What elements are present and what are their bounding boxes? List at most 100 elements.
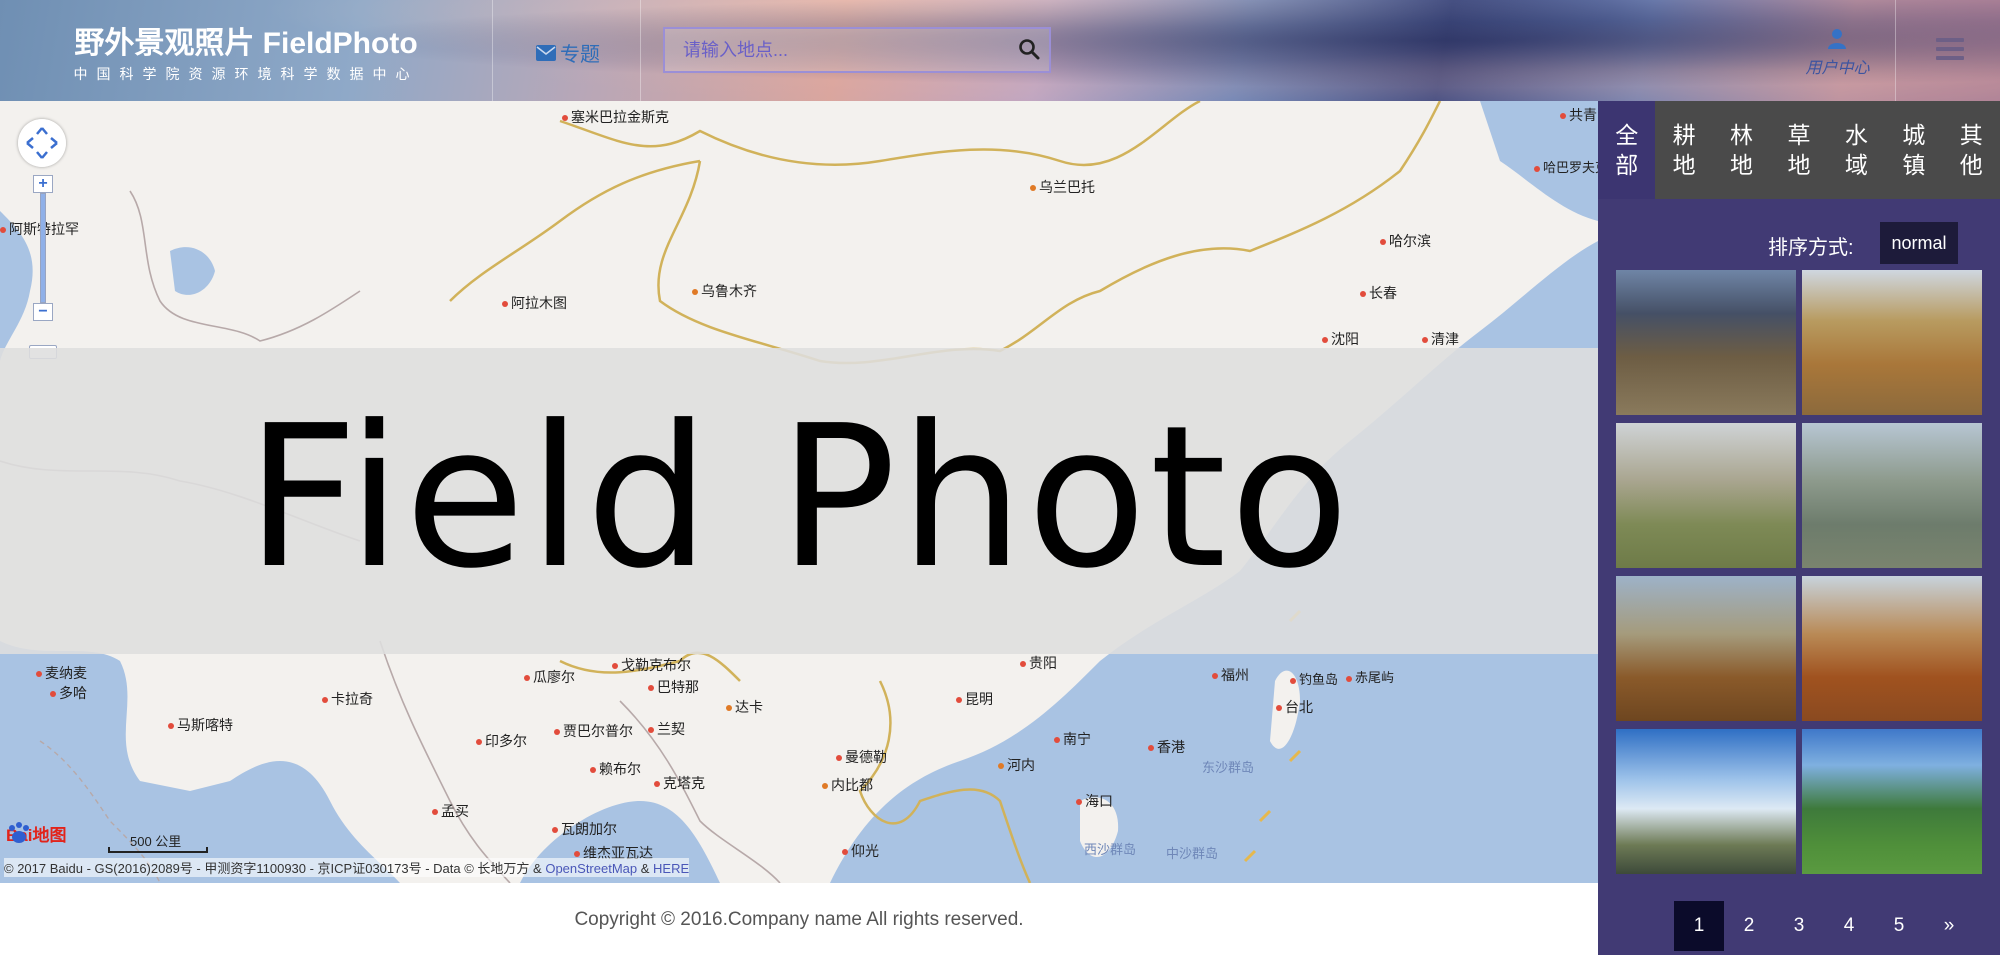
zoom-bar: + − xyxy=(29,175,57,359)
footer-copyright: Copyright © 2016.Company name All rights… xyxy=(574,909,1024,930)
photo-thumbnail[interactable] xyxy=(1616,270,1796,415)
brand-title: 野外景观照片 FieldPhoto xyxy=(74,27,418,60)
next-page-button[interactable]: » xyxy=(1924,901,1974,951)
menu-area xyxy=(1895,0,2000,101)
baidu-paw-icon xyxy=(9,822,29,843)
map-label: 曼德勒 xyxy=(836,747,887,767)
zoom-slider-track[interactable] xyxy=(40,193,46,303)
category-label: 林地 xyxy=(1730,122,1754,178)
photo-thumbnail[interactable] xyxy=(1802,729,1982,874)
map-label: 阿拉木图 xyxy=(502,293,567,313)
category-tab-urban[interactable]: 城镇 xyxy=(1885,101,1942,199)
overlay-title: Field Photo xyxy=(245,384,1353,612)
map-label: 马斯喀特 xyxy=(168,715,233,735)
photo-thumbnail[interactable] xyxy=(1802,270,1982,415)
page-footer: Copyright © 2016.Company name All rights… xyxy=(0,883,1598,955)
map-label: 贾巴尔普尔 xyxy=(554,721,633,741)
title-overlay: Field Photo xyxy=(0,348,1598,654)
map-label: 香港 xyxy=(1148,737,1185,757)
attribution-amp: & xyxy=(640,861,650,876)
map-label: 印多尔 xyxy=(476,731,527,751)
search-box xyxy=(663,27,1051,73)
page-button-1[interactable]: 1 xyxy=(1674,901,1724,951)
baidu-logo-suffix: 地图 xyxy=(32,826,67,845)
photo-thumbnail[interactable] xyxy=(1616,729,1796,874)
map-label: 仰光 xyxy=(842,841,879,861)
map-label: 瓜廖尔 xyxy=(524,667,575,687)
user-center-label: 用户中心 xyxy=(1805,60,1870,77)
photo-thumbnail[interactable] xyxy=(1616,423,1796,568)
map-label: 巴特那 xyxy=(648,677,699,697)
category-label: 其他 xyxy=(1959,122,1983,178)
category-tab-water[interactable]: 水域 xyxy=(1828,101,1885,199)
map-label: 乌鲁木齐 xyxy=(692,281,757,301)
map-label: 昆明 xyxy=(956,689,993,709)
map-label: 清津 xyxy=(1422,329,1459,349)
category-tab-forest[interactable]: 林地 xyxy=(1713,101,1770,199)
photo-thumbnail[interactable] xyxy=(1616,576,1796,721)
attribution-text: © 2017 Baidu - GS(2016)2089号 - 甲测资字11009… xyxy=(4,861,542,876)
category-label: 全部 xyxy=(1615,122,1639,178)
map-label: 长春 xyxy=(1360,283,1397,303)
map-label: 兰契 xyxy=(648,719,685,739)
map-label: 克塔克 xyxy=(654,773,705,793)
map-zoom-control: + − xyxy=(18,119,66,359)
page-button-4[interactable]: 4 xyxy=(1824,901,1874,951)
map-label: 台北 xyxy=(1276,697,1313,717)
zoom-in-button[interactable]: + xyxy=(33,175,53,193)
topic-link[interactable]: 专题 xyxy=(536,38,600,67)
site-header: 野外景观照片 FieldPhoto 中国科学院资源环境科学数据中心 专题 用户中… xyxy=(0,0,2000,101)
category-label: 草地 xyxy=(1787,122,1811,178)
osm-link[interactable]: OpenStreetMap xyxy=(545,861,637,876)
search-icon[interactable] xyxy=(1017,37,1041,61)
map-label: 赖布尔 xyxy=(590,759,641,779)
map-label: 东沙群岛 xyxy=(1202,760,1255,775)
map-label: 卡拉奇 xyxy=(322,689,373,709)
category-label: 水域 xyxy=(1844,122,1868,178)
map-label: 西沙群岛 xyxy=(1084,842,1137,857)
category-tab-all[interactable]: 全部 xyxy=(1598,101,1656,199)
map-label: 河内 xyxy=(998,755,1035,775)
map-label: 内比都 xyxy=(822,775,873,795)
envelope-icon xyxy=(536,44,556,61)
photo-thumbnail[interactable] xyxy=(1802,576,1982,721)
map-label: 海口 xyxy=(1076,791,1113,811)
category-tab-grassland[interactable]: 草地 xyxy=(1770,101,1827,199)
zoom-out-button[interactable]: − xyxy=(33,303,53,321)
photo-sidebar: 全部 耕地 林地 草地 水域 城镇 其他 排序方式: normal 1 2 3 … xyxy=(1598,101,2000,955)
category-label: 耕地 xyxy=(1672,122,1696,178)
topic-label: 专题 xyxy=(560,44,600,66)
user-icon xyxy=(1828,29,1846,49)
category-tab-other[interactable]: 其他 xyxy=(1943,101,2000,199)
baidu-map-logo[interactable]: Bai地图 xyxy=(6,821,66,846)
user-center[interactable]: 用户中心 xyxy=(1780,0,1895,101)
map-label: 钓鱼岛 xyxy=(1290,669,1338,688)
category-tab-farmland[interactable]: 耕地 xyxy=(1655,101,1712,199)
sort-label: 排序方式: xyxy=(1768,237,1854,259)
map-label: 福州 xyxy=(1212,665,1249,685)
map-label: 沈阳 xyxy=(1322,329,1359,349)
map-scale-bar xyxy=(108,847,208,853)
here-link[interactable]: HERE xyxy=(653,861,689,876)
map-label: 哈尔滨 xyxy=(1380,231,1431,251)
map-label: 达卡 xyxy=(726,697,763,717)
map-label: 中沙群岛 xyxy=(1166,846,1219,861)
page-button-2[interactable]: 2 xyxy=(1724,901,1774,951)
map-label: 贵阳 xyxy=(1020,653,1057,673)
category-label: 城镇 xyxy=(1902,122,1926,178)
sort-select[interactable]: normal xyxy=(1880,222,1958,264)
photo-thumbnail[interactable] xyxy=(1802,423,1982,568)
map-label: 孟买 xyxy=(432,801,469,821)
brand[interactable]: 野外景观照片 FieldPhoto 中国科学院资源环境科学数据中心 xyxy=(0,0,493,101)
topic-nav[interactable]: 专题 xyxy=(492,0,641,101)
map-pan-control[interactable] xyxy=(18,119,66,167)
hamburger-menu-icon[interactable] xyxy=(1936,38,1964,60)
page-button-3[interactable]: 3 xyxy=(1774,901,1824,951)
category-tabs: 全部 耕地 林地 草地 水域 城镇 其他 xyxy=(1598,101,2000,199)
page-button-5[interactable]: 5 xyxy=(1874,901,1924,951)
map-label: 南宁 xyxy=(1054,729,1091,749)
search-input[interactable] xyxy=(665,29,1005,71)
pagination: 1 2 3 4 5 » xyxy=(1674,901,1974,951)
map-label: 瓦朗加尔 xyxy=(552,819,617,839)
map-label: 乌兰巴托 xyxy=(1030,177,1095,197)
